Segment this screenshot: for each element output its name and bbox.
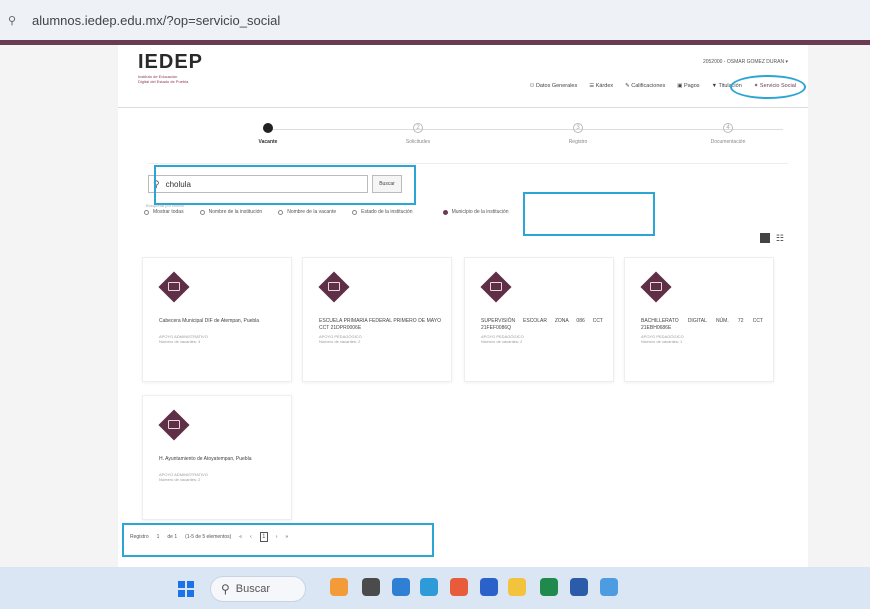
view-toggle: ☷: [759, 233, 784, 244]
step-documentacion[interactable]: 4 Documentación: [688, 123, 768, 145]
url-text[interactable]: alumnos.iedep.edu.mx/?op=servicio_social: [32, 13, 280, 28]
grid-view-icon[interactable]: [759, 233, 770, 243]
vacancy-card[interactable]: H. Ayuntamiento de Atoyatempan, Puebla A…: [142, 395, 292, 520]
stepper-divider: [148, 163, 788, 164]
windows-start-icon[interactable]: [178, 581, 194, 597]
site-info-icon[interactable]: ⚲: [8, 14, 22, 27]
browser-app-icon[interactable]: [480, 578, 498, 596]
card-vacancies: Número de vacantes: 2: [319, 339, 361, 344]
book-icon: [640, 271, 672, 303]
chevron-down-icon: ▾: [785, 59, 788, 65]
book-icon: [158, 271, 190, 303]
header-divider: [118, 107, 808, 108]
excel-icon[interactable]: [540, 578, 558, 596]
filter-municipio-institucion[interactable]: Municipio de la institución: [442, 209, 509, 215]
filter-options: Mostrar todas Nombre de la institución N…: [144, 209, 784, 215]
vacancy-card[interactable]: Cabecera Municipal DIF de Atempan, Puebl…: [142, 257, 292, 382]
step-number-3: 3: [573, 123, 583, 133]
highlight-nav-servicio-social: [730, 75, 806, 99]
radio-selected-icon: [442, 209, 448, 215]
book-icon: [480, 271, 512, 303]
card-vacancies: Número de vacantes: 1: [641, 339, 683, 344]
search-icon: ⚲: [221, 582, 230, 596]
app-icon[interactable]: [600, 578, 618, 596]
nav-kardex[interactable]: ☰ Kárdex: [589, 83, 613, 89]
nav-pagos[interactable]: ▣ Pagos: [677, 83, 699, 89]
chrome-icon[interactable]: [420, 578, 438, 596]
card-name: H. Ayuntamiento de Atoyatempan, Puebla: [159, 456, 252, 462]
step-solicitudes[interactable]: 2 Solicitudes: [378, 123, 458, 145]
user-name: 2052000 - OSMAR GOMEZ DURAN: [702, 59, 785, 65]
task-view-icon[interactable]: [362, 578, 380, 596]
radio-icon: [352, 209, 358, 215]
nav-calificaciones[interactable]: ✎ Calificaciones: [625, 83, 665, 89]
step-done-icon: [263, 123, 273, 133]
step-number-2: 2: [413, 123, 423, 133]
card-name: BACHILLERATO DIGITAL NÚM. 72 CCT 21EBH06…: [641, 318, 763, 331]
page-background: IEDEP Instituto de Educación Digital del…: [0, 45, 870, 567]
highlight-municipio-filter: [523, 192, 655, 236]
stepper: Vacante 2 Solicitudes 3 Registro 4 Docum…: [168, 123, 783, 163]
taskbar: ⚲ Buscar: [0, 567, 870, 609]
main-content: IEDEP Instituto de Educación Digital del…: [118, 45, 808, 567]
card-vacancies: Número de vacantes: 2: [159, 477, 201, 482]
user-menu[interactable]: 2052000 - OSMAR GOMEZ DURAN ▾: [703, 59, 788, 65]
card-name: ESCUELA PRIMARIA FEDERAL PRIMERO DE MAYO…: [319, 318, 441, 331]
taskbar-search-label: Buscar: [235, 583, 271, 595]
filter-estado-institucion[interactable]: Estado de la institución: [352, 209, 413, 215]
step-number-4: 4: [723, 123, 733, 133]
payment-icon: ▣: [677, 83, 684, 89]
card-name: SUPERVISIÓN ESCOLAR ZONA 086 CCT 21FEF00…: [481, 318, 603, 331]
widgets-icon[interactable]: [330, 578, 348, 596]
card-name: Cabecera Municipal DIF de Atempan, Puebl…: [159, 318, 260, 324]
list-view-icon[interactable]: ☷: [776, 233, 784, 244]
taskbar-search[interactable]: ⚲ Buscar: [210, 576, 306, 602]
radio-icon: [144, 209, 149, 215]
radio-icon: [199, 209, 205, 215]
vacancy-card[interactable]: ESCUELA PRIMARIA FEDERAL PRIMERO DE MAYO…: [302, 257, 452, 382]
filter-nombre-vacante[interactable]: Nombre de la vacante: [278, 209, 336, 215]
highlight-search: [154, 165, 416, 205]
logo-subtitle-2: Digital del Estado de Puebla: [138, 79, 189, 84]
vacancy-card[interactable]: SUPERVISIÓN ESCOLAR ZONA 086 CCT 21FEF00…: [464, 257, 614, 382]
edge-icon[interactable]: [392, 578, 410, 596]
step-vacante[interactable]: Vacante: [228, 123, 308, 145]
book-icon: [318, 271, 350, 303]
iedep-logo[interactable]: IEDEP Instituto de Educación Digital del…: [138, 51, 203, 84]
vacancy-card[interactable]: BACHILLERATO DIGITAL NÚM. 72 CCT 21EBH06…: [624, 257, 774, 382]
radio-icon: [278, 209, 284, 215]
filter-mostrar-todas[interactable]: Mostrar todas: [144, 209, 184, 215]
browser-url-bar[interactable]: ⚲ alumnos.iedep.edu.mx/?op=servicio_soci…: [0, 0, 870, 40]
filters-title: Búsqueda por criterio: [146, 203, 185, 208]
highlight-pagination: [122, 523, 434, 557]
card-vacancies: Número de vacantes: 2: [481, 339, 523, 344]
filter-nombre-institucion[interactable]: Nombre de la institución: [199, 209, 262, 215]
nav-datos-generales[interactable]: ⚇ Datos Generales: [529, 83, 577, 89]
card-vacancies: Número de vacantes: 4: [159, 339, 201, 344]
book-icon: [158, 409, 190, 441]
word-icon[interactable]: [570, 578, 588, 596]
step-registro[interactable]: 3 Registro: [538, 123, 618, 145]
file-explorer-icon[interactable]: [508, 578, 526, 596]
firefox-icon[interactable]: [450, 578, 468, 596]
logo-text: IEDEP: [138, 51, 204, 73]
